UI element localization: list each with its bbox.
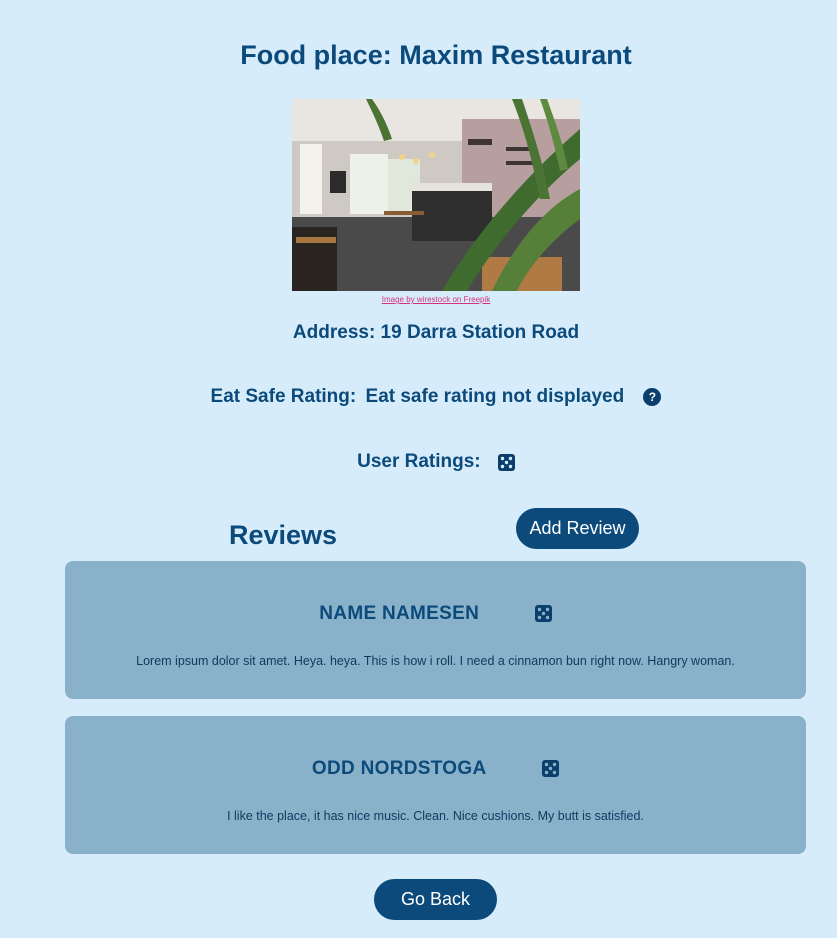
image-credit-link[interactable]: Image by wirestock on Freepik [0, 295, 837, 304]
page-title: Food place: Maxim Restaurant [240, 40, 632, 70]
reviewer-name: ODD NORDSTOGA [311, 758, 487, 779]
user-ratings-line: User Ratings: [0, 451, 837, 473]
reviewer-name: NAME NAMESEN [319, 603, 480, 624]
dice-five-icon [497, 453, 515, 471]
review-card: NAME NAMESEN Lorem ipsum dolor sit amet.… [65, 561, 806, 699]
eat-safe-label: Eat Safe Rating: [210, 386, 357, 407]
help-icon[interactable]: ? [643, 388, 662, 406]
review-text: Lorem ipsum dolor sit amet. Heya. heya. … [136, 654, 735, 668]
eat-safe-value: Eat safe rating not displayed [365, 386, 625, 407]
reviews-heading: Reviews [229, 520, 338, 550]
eat-safe-line: Eat Safe Rating: Eat safe rating not dis… [0, 386, 837, 408]
restaurant-photo [292, 99, 580, 291]
user-ratings-label: User Ratings: [357, 451, 481, 472]
review-card: ODD NORDSTOGA I like the place, it has n… [65, 716, 806, 854]
address-text: Address: 19 Darra Station Road [292, 322, 580, 343]
address-line: Address: 19 Darra Station Road [0, 322, 837, 344]
review-text: I like the place, it has nice music. Cle… [227, 809, 644, 823]
review-header: NAME NAMESEN [65, 603, 806, 625]
go-back-button[interactable]: Go Back [374, 879, 497, 920]
add-review-button[interactable]: Add Review [516, 508, 639, 549]
dice-five-icon [534, 605, 552, 623]
review-header: ODD NORDSTOGA [65, 758, 806, 780]
dice-five-icon [542, 760, 560, 778]
